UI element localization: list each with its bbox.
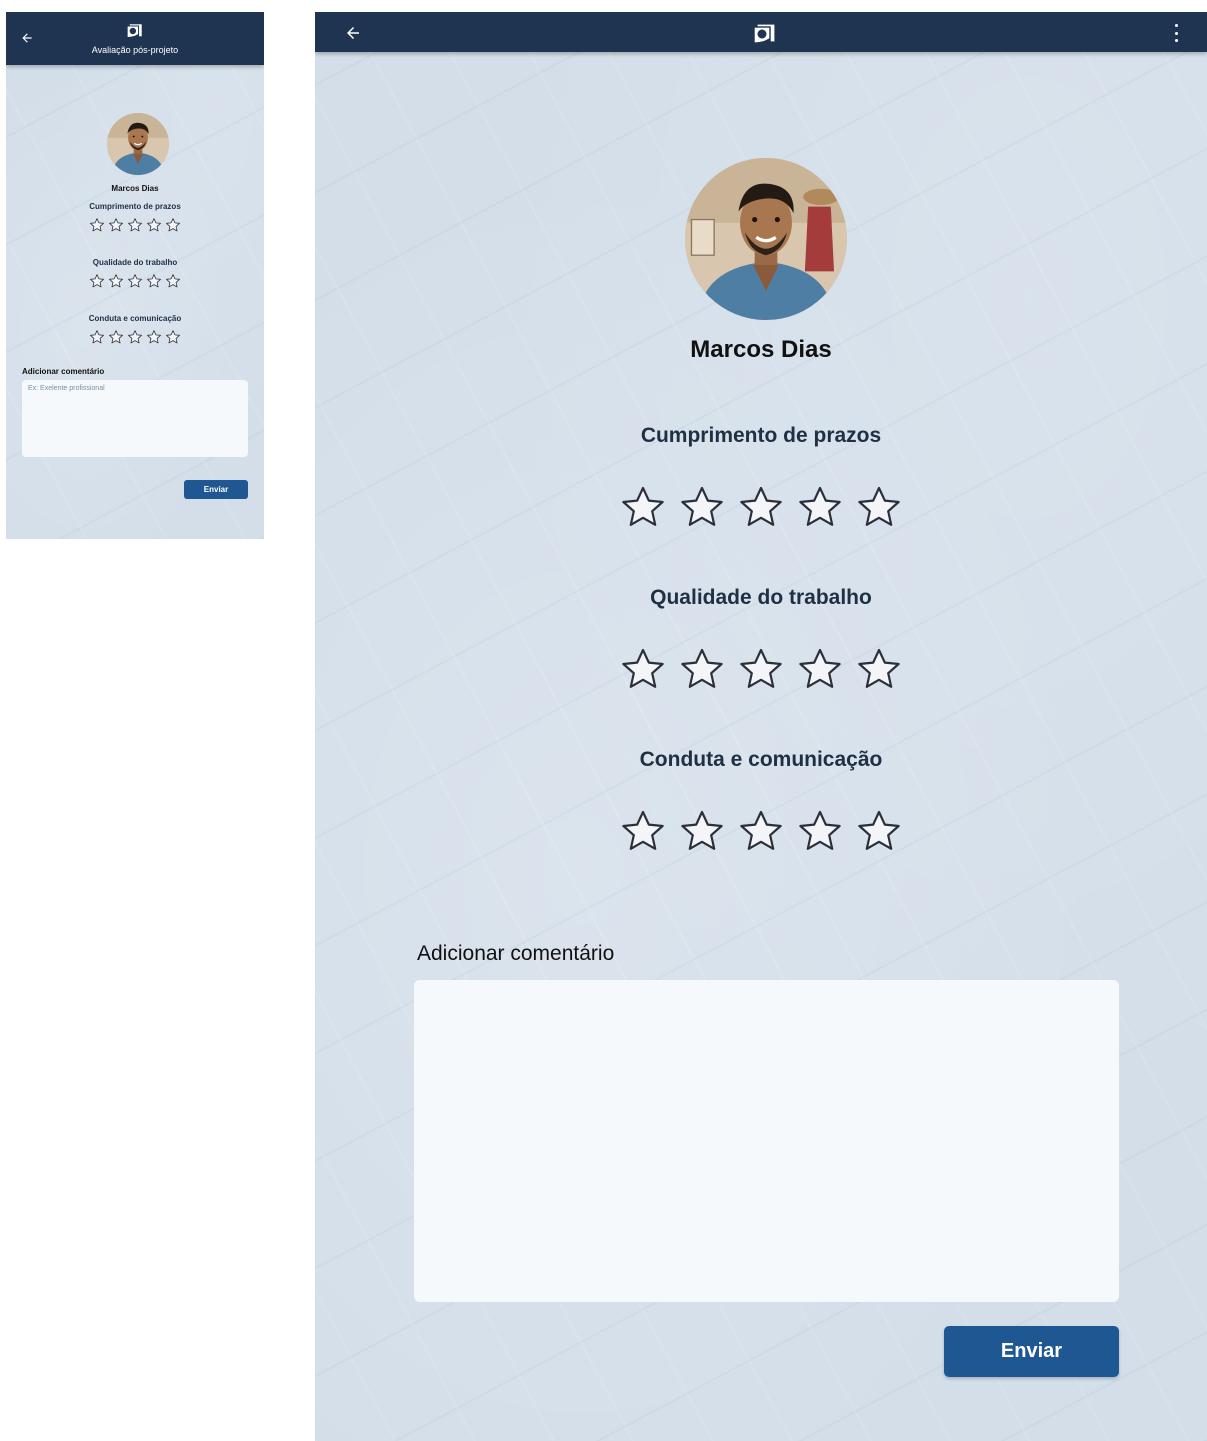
app-bar [315,12,1207,52]
send-button[interactable]: Enviar [944,1326,1119,1377]
criterion-label: Qualidade do trabalho [650,586,872,609]
star-icon[interactable] [854,645,904,693]
star-icon[interactable] [127,273,143,289]
star-icon[interactable] [736,483,786,531]
star-icon[interactable] [677,807,727,855]
star-icon[interactable] [146,273,162,289]
comment-field[interactable] [22,380,248,457]
page-title: Avaliação pós-projeto [91,45,179,55]
star-icon[interactable] [736,807,786,855]
comment-label: Adicionar comentário [417,942,615,965]
avatar [107,113,169,175]
star-icon[interactable] [618,807,668,855]
more-vertical-icon[interactable] [1171,24,1181,42]
star-icon[interactable] [677,483,727,531]
app-bar: Avaliação pós-projeto [6,12,264,65]
star-rating-conduct[interactable] [315,807,1207,855]
star-icon[interactable] [89,273,105,289]
star-icon[interactable] [146,217,162,233]
star-icon[interactable] [89,217,105,233]
profile-name: Marcos Dias [690,336,832,363]
comic-book-logo-icon [751,22,779,46]
criterion-label: Cumprimento de prazos [89,202,181,211]
star-icon[interactable] [108,273,124,289]
criterion-label: Qualidade do trabalho [92,258,178,267]
profile-name: Marcos Dias [111,184,159,193]
star-icon[interactable] [127,329,143,345]
star-icon[interactable] [736,645,786,693]
criterion-label: Conduta e comunicação [88,314,182,323]
star-rating-conduct[interactable] [6,329,264,345]
star-icon[interactable] [127,217,143,233]
back-arrow-icon[interactable] [343,23,363,43]
star-icon[interactable] [165,217,181,233]
star-rating-deadlines[interactable] [315,483,1207,531]
star-icon[interactable] [677,645,727,693]
star-icon[interactable] [795,807,845,855]
send-button[interactable]: Enviar [184,480,248,499]
star-icon[interactable] [108,217,124,233]
star-rating-quality[interactable] [6,273,264,289]
criterion-label: Cumprimento de prazos [640,424,882,447]
avatar [685,158,847,320]
star-icon[interactable] [146,329,162,345]
star-rating-deadlines[interactable] [6,217,264,233]
star-icon[interactable] [618,483,668,531]
comment-field[interactable] [414,980,1119,1302]
phone-screen: Avaliação pós-projeto Marcos Dias Cumpri… [6,12,264,539]
comic-book-logo-icon [125,22,145,40]
star-icon[interactable] [165,329,181,345]
tablet-screen: Marcos Dias Cumprimento de prazos Qualid… [315,12,1207,1441]
star-icon[interactable] [165,273,181,289]
star-icon[interactable] [854,807,904,855]
criterion-label: Conduta e comunicação [639,748,883,771]
star-icon[interactable] [795,645,845,693]
star-icon[interactable] [108,329,124,345]
star-icon[interactable] [89,329,105,345]
comment-label: Adicionar comentário [22,367,105,376]
star-rating-quality[interactable] [315,645,1207,693]
star-icon[interactable] [854,483,904,531]
star-icon[interactable] [795,483,845,531]
star-icon[interactable] [618,645,668,693]
